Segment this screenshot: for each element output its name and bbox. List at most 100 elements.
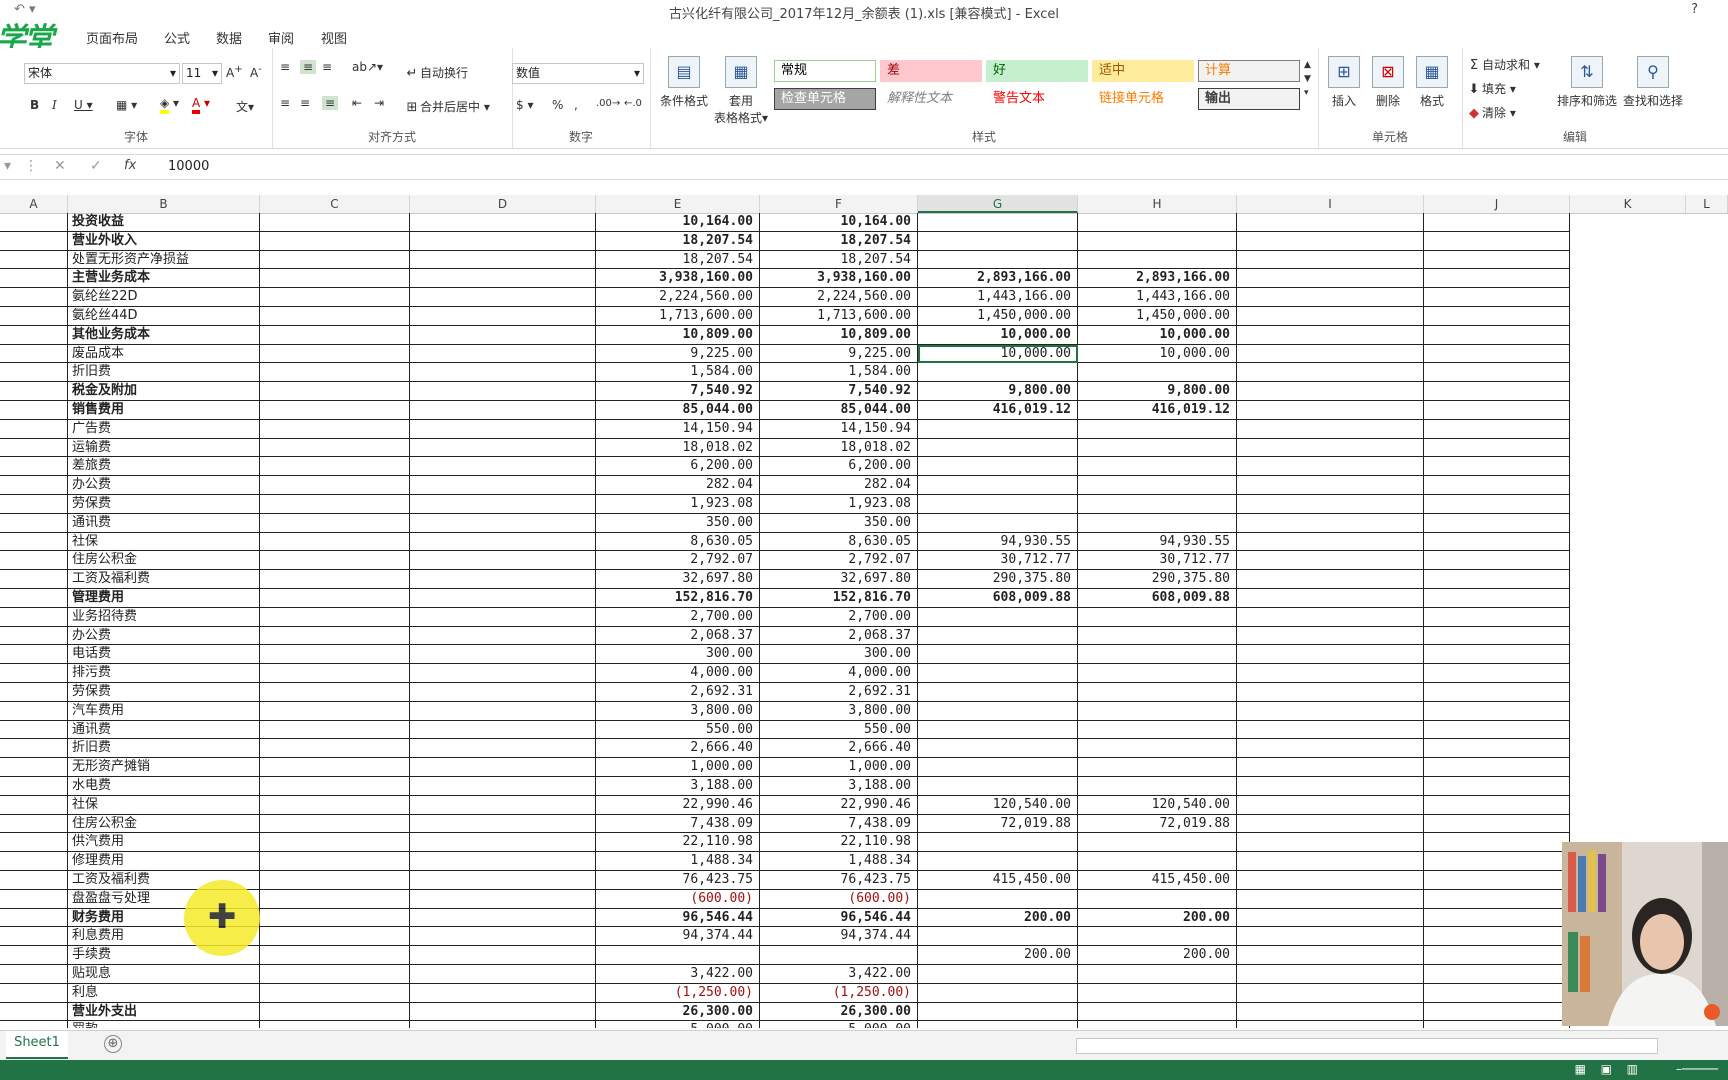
cell-f[interactable]: 18,207.54 bbox=[760, 231, 918, 251]
cell-g[interactable] bbox=[918, 833, 1078, 853]
cell-j[interactable] bbox=[1424, 344, 1570, 364]
cell-c[interactable] bbox=[260, 645, 410, 665]
cell-e[interactable]: 3,800.00 bbox=[596, 701, 760, 721]
cell-c[interactable] bbox=[260, 1021, 410, 1028]
enter-icon[interactable]: ✓ bbox=[90, 158, 102, 174]
cell-a[interactable] bbox=[0, 645, 68, 665]
font-color-icon[interactable]: A ▾ bbox=[192, 96, 210, 114]
cell-h[interactable]: 415,450.00 bbox=[1078, 871, 1237, 890]
orientation-icon[interactable]: ab↗▾ bbox=[352, 60, 383, 74]
cell-a[interactable] bbox=[0, 231, 68, 251]
font-size-box[interactable]: 11 ▾ bbox=[182, 63, 222, 84]
cell-g[interactable]: 72,019.88 bbox=[918, 814, 1078, 834]
increase-decimal-icon[interactable]: .00→ bbox=[596, 98, 620, 109]
cell-a[interactable] bbox=[0, 739, 68, 759]
cell-i[interactable] bbox=[1237, 889, 1424, 909]
cell-f[interactable]: 5,000.00 bbox=[760, 1021, 918, 1028]
cell-h[interactable] bbox=[1078, 457, 1237, 477]
cell-d[interactable] bbox=[410, 382, 596, 401]
cell-h[interactable] bbox=[1078, 476, 1237, 495]
cell-e[interactable]: 3,938,160.00 bbox=[596, 269, 760, 289]
cell-e[interactable]: 26,300.00 bbox=[596, 1002, 760, 1022]
cell-h[interactable]: 94,930.55 bbox=[1078, 532, 1237, 552]
cell-d[interactable] bbox=[410, 269, 596, 289]
cell-g[interactable] bbox=[918, 777, 1078, 796]
cell-j[interactable] bbox=[1424, 852, 1570, 871]
cell-i[interactable] bbox=[1237, 438, 1424, 458]
cell-e[interactable]: 1,923.08 bbox=[596, 495, 760, 514]
cell-c[interactable] bbox=[260, 983, 410, 1003]
cell-j[interactable] bbox=[1424, 833, 1570, 853]
cell-g[interactable] bbox=[918, 758, 1078, 777]
col-header-j[interactable]: J bbox=[1424, 195, 1570, 213]
cell-d[interactable] bbox=[410, 1021, 596, 1028]
cell-g[interactable] bbox=[918, 626, 1078, 646]
cell-a[interactable] bbox=[0, 457, 68, 477]
cell-f[interactable]: 6,200.00 bbox=[760, 457, 918, 477]
cell-b[interactable]: 营业外收入 bbox=[68, 231, 260, 251]
cell-c[interactable] bbox=[260, 382, 410, 401]
cell-c[interactable] bbox=[260, 457, 410, 477]
cell-j[interactable] bbox=[1424, 1002, 1570, 1022]
cell-a[interactable] bbox=[0, 382, 68, 401]
cell-f[interactable]: 1,488.34 bbox=[760, 852, 918, 871]
cell-c[interactable] bbox=[260, 269, 410, 289]
col-header-f[interactable]: F bbox=[760, 195, 918, 213]
cell-c[interactable] bbox=[260, 852, 410, 871]
conditional-format-button[interactable]: ▤ 条件格式 bbox=[656, 56, 712, 109]
cell-i[interactable] bbox=[1237, 513, 1424, 533]
cell-i[interactable] bbox=[1237, 401, 1424, 420]
cell-g[interactable]: 120,540.00 bbox=[918, 795, 1078, 815]
cell-a[interactable] bbox=[0, 983, 68, 1003]
cell-e[interactable]: 10,809.00 bbox=[596, 325, 760, 345]
cell-f[interactable]: 2,068.37 bbox=[760, 626, 918, 646]
cell-c[interactable] bbox=[260, 871, 410, 890]
help-icon[interactable]: ? bbox=[1691, 2, 1698, 17]
cell-d[interactable] bbox=[410, 795, 596, 815]
style-explanatory[interactable]: 解释性文本 bbox=[880, 88, 982, 110]
cell-h[interactable] bbox=[1078, 720, 1237, 740]
insert-button[interactable]: ⊞ 插入 bbox=[1324, 56, 1364, 109]
cell-e[interactable]: 6,200.00 bbox=[596, 457, 760, 477]
sort-filter-button[interactable]: ⇅ 排序和筛选 bbox=[1554, 56, 1620, 109]
cell-j[interactable] bbox=[1424, 664, 1570, 683]
cell-b[interactable]: 住房公积金 bbox=[68, 551, 260, 571]
cell-j[interactable] bbox=[1424, 288, 1570, 307]
cell-f[interactable]: 550.00 bbox=[760, 720, 918, 740]
cell-a[interactable] bbox=[0, 777, 68, 796]
cell-g[interactable] bbox=[918, 1021, 1078, 1028]
cell-e[interactable]: 2,224,560.00 bbox=[596, 288, 760, 307]
cell-g[interactable] bbox=[918, 852, 1078, 871]
cell-a[interactable] bbox=[0, 1002, 68, 1022]
cell-i[interactable] bbox=[1237, 570, 1424, 589]
cell-g[interactable]: 94,930.55 bbox=[918, 532, 1078, 552]
cell-i[interactable] bbox=[1237, 965, 1424, 984]
cell-d[interactable] bbox=[410, 965, 596, 984]
cell-b[interactable]: 供汽费用 bbox=[68, 833, 260, 853]
align-center-icon[interactable]: ≡ bbox=[300, 96, 310, 110]
grow-font-icon[interactable]: A+ bbox=[226, 64, 243, 80]
cell-h[interactable]: 290,375.80 bbox=[1078, 570, 1237, 589]
cell-i[interactable] bbox=[1237, 664, 1424, 683]
cell-d[interactable] bbox=[410, 607, 596, 627]
cell-d[interactable] bbox=[410, 777, 596, 796]
cell-b[interactable]: 社保 bbox=[68, 795, 260, 815]
cell-d[interactable] bbox=[410, 1002, 596, 1022]
cell-c[interactable] bbox=[260, 927, 410, 947]
cell-e[interactable]: 76,423.75 bbox=[596, 871, 760, 890]
cell-e[interactable]: 2,792.07 bbox=[596, 551, 760, 571]
cell-d[interactable] bbox=[410, 908, 596, 928]
cell-f[interactable]: 7,438.09 bbox=[760, 814, 918, 834]
cell-h[interactable]: 1,450,000.00 bbox=[1078, 307, 1237, 326]
cell-c[interactable] bbox=[260, 777, 410, 796]
cell-g[interactable]: 2,893,166.00 bbox=[918, 269, 1078, 289]
cell-i[interactable] bbox=[1237, 363, 1424, 383]
wrap-text-button[interactable]: ↵ 自动换行 bbox=[404, 64, 468, 82]
cell-b[interactable]: 排污费 bbox=[68, 664, 260, 683]
cell-c[interactable] bbox=[260, 889, 410, 909]
cell-e[interactable]: 18,018.02 bbox=[596, 438, 760, 458]
cell-f[interactable]: 152,816.70 bbox=[760, 589, 918, 608]
cell-g[interactable] bbox=[918, 213, 1078, 232]
cell-h[interactable]: 2,893,166.00 bbox=[1078, 269, 1237, 289]
cell-j[interactable] bbox=[1424, 720, 1570, 740]
